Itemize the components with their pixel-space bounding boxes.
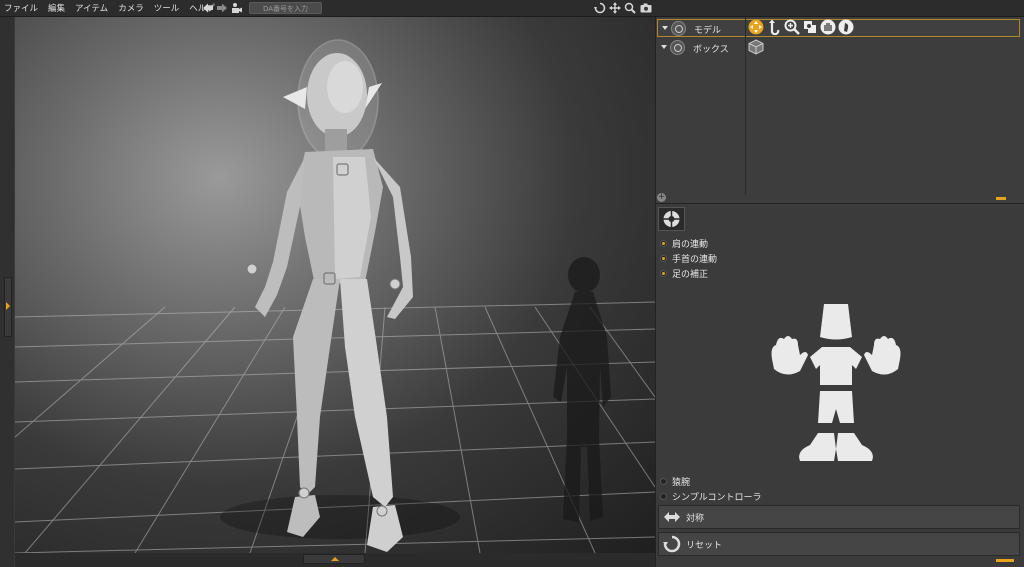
camera-person-icon[interactable] bbox=[231, 2, 243, 14]
pose-tool-icon[interactable] bbox=[802, 19, 818, 35]
right-shoe-part[interactable] bbox=[836, 433, 873, 461]
radio-button[interactable] bbox=[660, 269, 667, 277]
expand-arrow-icon bbox=[6, 302, 10, 310]
menu-file[interactable]: ファイル bbox=[4, 2, 38, 14]
pants-part[interactable] bbox=[818, 391, 854, 423]
model-tool-icons bbox=[748, 19, 856, 35]
left-hand-part[interactable] bbox=[771, 336, 809, 375]
forward-arrow-icon[interactable] bbox=[216, 2, 228, 14]
head-part[interactable] bbox=[820, 304, 852, 340]
option-wrist-link[interactable]: 手首の連動 bbox=[660, 251, 717, 265]
model-object-icon bbox=[671, 21, 686, 36]
scene-item-label: モデル bbox=[694, 26, 722, 36]
symmetry-button[interactable]: 対称 bbox=[658, 505, 1020, 529]
option-simple-controller[interactable]: シンプルコントローラ bbox=[660, 489, 762, 503]
reset-button[interactable]: リセット bbox=[658, 532, 1020, 556]
camera-icon[interactable] bbox=[640, 2, 652, 14]
back-arrow-icon[interactable] bbox=[202, 2, 214, 14]
move-icon[interactable] bbox=[609, 2, 621, 14]
right-panel: モデル ボックス + 肩の連動 手首の連動 足の補正 猿腕 シンプルコントローラ… bbox=[655, 17, 1024, 567]
scene-tree-divider bbox=[745, 17, 746, 195]
option-label: 足の補正 bbox=[672, 269, 709, 280]
menu-camera[interactable]: カメラ bbox=[118, 2, 144, 14]
box-object-icon bbox=[670, 40, 685, 55]
left-panel-strip bbox=[0, 17, 14, 567]
add-item-button[interactable]: + bbox=[657, 193, 666, 202]
symmetry-arrows-icon bbox=[662, 507, 682, 527]
hand-tool-icon[interactable] bbox=[820, 19, 836, 35]
expand-up-icon bbox=[331, 557, 339, 561]
radio-button[interactable] bbox=[660, 239, 667, 247]
scene-item-label: ボックス bbox=[693, 45, 729, 55]
3d-viewport[interactable] bbox=[15, 17, 655, 553]
shadow-silhouette bbox=[553, 257, 611, 522]
zoom-tool-icon[interactable] bbox=[784, 19, 800, 35]
move-tool-icon[interactable] bbox=[748, 19, 764, 35]
controller-mode-icon[interactable] bbox=[658, 207, 685, 231]
expand-triangle-icon[interactable] bbox=[662, 26, 668, 30]
menu-bar: ファイル 編集 アイテム カメラ ツール ヘルプ DA番号を入力 bbox=[0, 0, 1024, 17]
menu-tools[interactable]: ツール bbox=[154, 2, 180, 14]
option-monkey-arm[interactable]: 猿腕 bbox=[660, 474, 690, 488]
viewport-scene bbox=[15, 39, 655, 553]
symmetry-label: 対称 bbox=[686, 513, 705, 524]
radio-button[interactable] bbox=[660, 477, 667, 485]
rotate-tool-icon[interactable] bbox=[766, 19, 782, 35]
reset-icon bbox=[662, 534, 682, 554]
option-label: シンプルコントローラ bbox=[672, 492, 762, 503]
resize-handle[interactable] bbox=[996, 559, 1014, 562]
bottom-panel-toggle[interactable] bbox=[303, 554, 365, 564]
left-panel-toggle[interactable] bbox=[4, 277, 12, 337]
option-foot-correction[interactable]: 足の補正 bbox=[660, 266, 708, 280]
scene-tree: モデル ボックス + bbox=[656, 17, 1024, 203]
right-hand-part[interactable] bbox=[864, 336, 901, 375]
reset-label: リセット bbox=[686, 540, 723, 551]
bottom-panel-strip bbox=[15, 553, 655, 567]
option-label: 手首の連動 bbox=[672, 254, 718, 265]
radio-button[interactable] bbox=[660, 254, 667, 262]
expand-triangle-icon[interactable] bbox=[661, 45, 667, 49]
body-part-selector bbox=[756, 299, 916, 489]
scene-item-box[interactable]: ボックス bbox=[657, 39, 1020, 57]
pose-controls: 肩の連動 手首の連動 足の補正 猿腕 シンプルコントローラ 対称 リセット bbox=[656, 204, 1024, 567]
option-label: 猿腕 bbox=[672, 477, 691, 488]
search-input[interactable]: DA番号を入力 bbox=[249, 2, 322, 14]
rotate-icon[interactable] bbox=[594, 2, 606, 14]
option-label: 肩の連動 bbox=[672, 239, 709, 250]
resize-handle[interactable] bbox=[996, 197, 1006, 200]
left-shoe-part[interactable] bbox=[799, 433, 836, 461]
foot-tool-icon[interactable] bbox=[838, 19, 854, 35]
3d-figure[interactable] bbox=[246, 39, 413, 552]
torso-part[interactable] bbox=[810, 347, 862, 385]
menu-item[interactable]: アイテム bbox=[75, 2, 108, 14]
menu-edit[interactable]: 編集 bbox=[48, 2, 65, 14]
main-menu: ファイル 編集 アイテム カメラ ツール ヘルプ bbox=[4, 0, 225, 16]
zoom-icon[interactable] bbox=[624, 2, 636, 14]
option-shoulder-link[interactable]: 肩の連動 bbox=[660, 236, 708, 250]
box-tool-icon[interactable] bbox=[748, 39, 764, 55]
radio-button[interactable] bbox=[660, 492, 667, 500]
